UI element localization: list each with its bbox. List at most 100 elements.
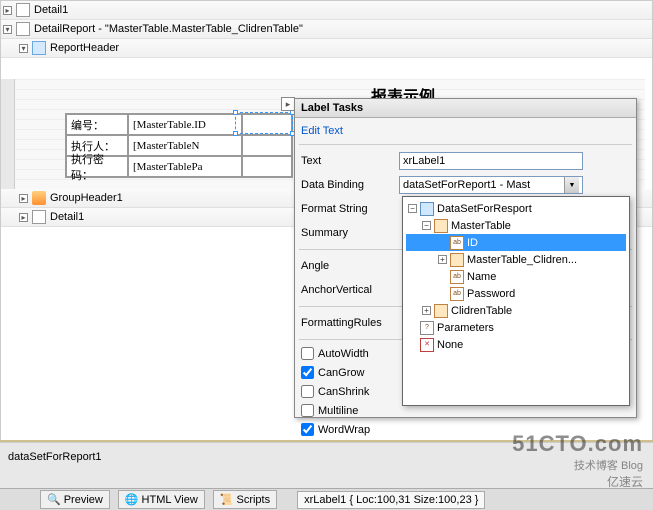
band-icon: [32, 210, 46, 224]
autowidth-checkbox[interactable]: [301, 347, 314, 360]
resize-handle[interactable]: [233, 131, 238, 136]
band-icon: [16, 22, 30, 36]
scripts-icon: 📜: [220, 493, 234, 506]
edit-text-link[interactable]: Edit Text: [299, 122, 632, 140]
tab-label: Preview: [64, 494, 103, 506]
text-label: Text: [299, 155, 399, 167]
chk-label: CanGrow: [318, 367, 364, 379]
tab-label: HTML View: [142, 494, 198, 506]
dd-label: ClidrenTable: [451, 305, 512, 317]
label-cell[interactable]: 执行密码：: [66, 156, 128, 177]
text-input[interactable]: [399, 152, 583, 170]
chevron-down-icon[interactable]: ▼: [564, 177, 579, 193]
watermark-big: 51CTO.com: [512, 431, 643, 457]
chk-label: Multiline: [318, 405, 358, 417]
value-cell[interactable]: [MasterTableN: [128, 135, 242, 156]
chk-label: AutoWidth: [318, 348, 369, 360]
dd-item-master[interactable]: − MasterTable: [406, 217, 626, 234]
chk-label: CanShrink: [318, 386, 369, 398]
minus-icon[interactable]: −: [422, 221, 431, 230]
anchor-label: AnchorVertical: [299, 284, 399, 296]
dd-label: ID: [467, 237, 478, 249]
none-icon: ✕: [420, 338, 434, 352]
tree-label: ReportHeader: [50, 42, 119, 54]
dd-label: Password: [467, 288, 515, 300]
dd-label: MasterTable: [451, 220, 511, 232]
label-cell[interactable]: 编号：: [66, 114, 128, 135]
tree-detail1[interactable]: ▸ Detail1: [1, 1, 652, 20]
view-tabs: 🔍Preview 🌐HTML View 📜Scripts xrLabel1 { …: [0, 488, 653, 510]
collapse-icon[interactable]: ▾: [19, 44, 28, 53]
popup-title: Label Tasks: [295, 99, 636, 118]
tree-detailreport[interactable]: ▾ DetailReport - "MasterTable.MasterTabl…: [1, 20, 652, 39]
expand-icon[interactable]: ▸: [3, 6, 12, 15]
dd-label: Parameters: [437, 322, 494, 334]
table-icon: [434, 219, 448, 233]
angle-label: Angle: [299, 260, 399, 272]
dd-item-params[interactable]: ?Parameters: [406, 319, 626, 336]
format-label: Format String: [299, 203, 399, 215]
cangrow-checkbox[interactable]: [301, 366, 314, 379]
tree-label: GroupHeader1: [50, 192, 123, 204]
report-icon: [32, 41, 46, 55]
canshrink-checkbox[interactable]: [301, 385, 314, 398]
chk-label: WordWrap: [318, 424, 370, 436]
tree-reportheader[interactable]: ▾ ReportHeader: [1, 39, 652, 58]
watermark: 51CTO.com 技术博客 Blog 亿速云: [512, 431, 643, 490]
dd-item-dataset[interactable]: − DataSetForResport: [406, 200, 626, 217]
plus-icon[interactable]: +: [422, 306, 431, 315]
selection-outline: [235, 112, 293, 134]
summary-label: Summary: [299, 227, 399, 239]
table-icon: [450, 253, 464, 267]
expand-icon[interactable]: ▸: [19, 194, 28, 203]
empty-cell[interactable]: [242, 156, 292, 177]
binding-dropdown: −DataSetForResport −MasterTable abID +Ma…: [402, 196, 630, 406]
multiline-checkbox[interactable]: [301, 404, 314, 417]
tab-scripts[interactable]: 📜Scripts: [213, 490, 277, 509]
tree-label: Detail1: [50, 211, 84, 223]
dd-item-clidren[interactable]: + MasterTable_Clidren...: [406, 251, 626, 268]
dd-item-name[interactable]: abName: [406, 268, 626, 285]
dd-item-clidrentable[interactable]: + ClidrenTable: [406, 302, 626, 319]
field-icon: ab: [450, 287, 464, 301]
band-icon: [16, 3, 30, 17]
value-cell[interactable]: [MasterTable.ID: [128, 114, 242, 135]
table-icon: [434, 304, 448, 318]
wordwrap-checkbox[interactable]: [301, 423, 314, 436]
field-icon: ab: [450, 236, 464, 250]
params-icon: ?: [420, 321, 434, 335]
dd-label: DataSetForResport: [437, 203, 532, 215]
dd-label: Name: [467, 271, 496, 283]
tree-label: Detail1: [34, 4, 68, 16]
plus-icon[interactable]: +: [438, 255, 447, 264]
tab-preview[interactable]: 🔍Preview: [40, 490, 110, 509]
smart-tag-icon[interactable]: [281, 97, 295, 111]
watermark-sm: 技术博客 Blog: [574, 460, 643, 472]
binding-label: Data Binding: [299, 179, 399, 191]
groupheader-icon: [32, 191, 46, 205]
minus-icon[interactable]: −: [408, 204, 417, 213]
rules-label: FormattingRules: [299, 317, 399, 329]
dd-label: MasterTable_Clidren...: [467, 254, 577, 266]
watermark-sm2: 亿速云: [512, 473, 643, 490]
empty-cell[interactable]: [242, 135, 292, 156]
binding-combo[interactable]: dataSetForReport1 - Mast ▼: [399, 176, 583, 194]
dd-label: None: [437, 339, 463, 351]
tree-label: DetailReport - "MasterTable.MasterTable_…: [34, 23, 303, 35]
collapse-icon[interactable]: ▾: [3, 25, 12, 34]
expand-icon[interactable]: ▸: [19, 213, 28, 222]
html-icon: 🌐: [125, 493, 139, 506]
preview-icon: 🔍: [47, 493, 61, 506]
dd-item-none[interactable]: ✕None: [406, 336, 626, 353]
dd-item-id[interactable]: abID: [406, 234, 626, 251]
status-label: xrLabel1 { Loc:100,31 Size:100,23 }: [297, 491, 485, 509]
dd-item-password[interactable]: abPassword: [406, 285, 626, 302]
resize-handle[interactable]: [233, 110, 238, 115]
combo-text: dataSetForReport1 - Mast: [403, 179, 530, 191]
ruler-gutter: [1, 79, 15, 189]
tab-html[interactable]: 🌐HTML View: [118, 490, 205, 509]
dataset-icon: [420, 202, 434, 216]
value-cell[interactable]: [MasterTablePa: [128, 156, 242, 177]
field-icon: ab: [450, 270, 464, 284]
tab-label: Scripts: [236, 494, 270, 506]
